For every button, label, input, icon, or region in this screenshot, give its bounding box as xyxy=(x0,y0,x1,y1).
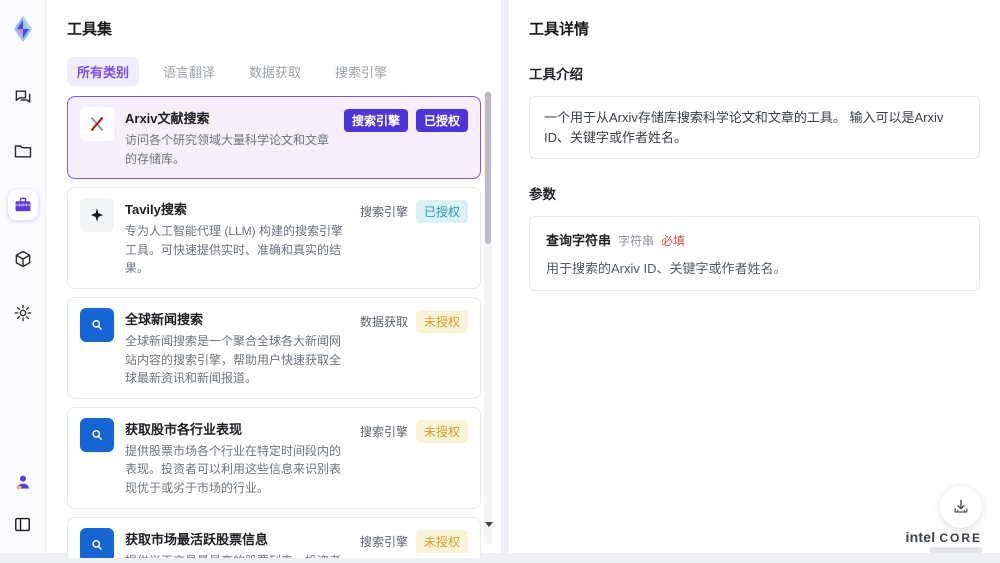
sidebar-item-settings[interactable] xyxy=(8,298,38,328)
tab-data-fetch[interactable]: 数据获取 xyxy=(239,57,311,86)
sidebar-item-files[interactable] xyxy=(8,136,38,166)
left-sidebar xyxy=(0,0,46,553)
param-name: 查询字符串 xyxy=(546,233,612,248)
brand-sub-mark xyxy=(930,547,982,553)
sidebar-item-profile[interactable] xyxy=(8,467,38,497)
param-description: 用于搜索的Arxiv ID、关键字或作者姓名。 xyxy=(546,261,787,276)
folder-icon xyxy=(13,141,33,161)
tool-card-global-news[interactable]: 全球新闻搜索 全球新闻搜索是一个聚合全球各大新闻网站内容的搜索引擎，帮助用户快速… xyxy=(67,296,481,399)
tool-name: Tavily搜索 xyxy=(125,202,187,218)
intro-section-title: 工具介绍 xyxy=(529,67,583,82)
param-required-flag: 必填 xyxy=(661,234,686,248)
list-scrollbar[interactable] xyxy=(484,90,493,545)
tool-card-tavily[interactable]: Tavily搜索 专为人工智能代理 (LLM) 构建的搜索引擎工具。可快速提供实… xyxy=(67,187,481,289)
category-badge: 搜索引擎 xyxy=(359,205,408,220)
params-section-title: 参数 xyxy=(529,187,556,202)
intel-core-logo: intel CORE xyxy=(902,530,982,553)
news-search-icon xyxy=(80,417,114,452)
scrollbar-thumb[interactable] xyxy=(485,92,491,244)
tool-description: 访问各个研究领域大量科学论文和文章的存储库。 xyxy=(125,133,330,166)
news-search-icon xyxy=(80,307,114,342)
gear-icon xyxy=(13,303,33,323)
page-title: 工具集 xyxy=(67,21,113,38)
user-avatar-icon xyxy=(13,472,33,492)
tool-description: 提供当天交易量最高的股票列表，投资者可以利用这些信息来识别流动性强的股票和潜在的… xyxy=(125,552,349,558)
auth-status-badge: 未授权 xyxy=(415,419,468,443)
tab-all-categories[interactable]: 所有类别 xyxy=(67,57,140,86)
news-search-icon xyxy=(80,527,114,558)
tool-intro-box: 一个用于从Arxiv存储库搜索科学论文和文章的工具。 输入可以是Arxiv ID… xyxy=(529,96,980,159)
tool-name: 获取股市各行业表现 xyxy=(125,421,243,437)
tool-name: 全球新闻搜索 xyxy=(125,311,204,327)
sparkle-icon xyxy=(80,198,114,233)
auth-status-badge: 未授权 xyxy=(415,309,468,333)
auth-status-badge: 未授权 xyxy=(415,529,468,553)
detail-title: 工具详情 xyxy=(529,21,590,38)
panel-toggle-icon xyxy=(13,515,32,534)
category-badge: 搜索引擎 xyxy=(343,109,408,132)
param-type: 字符串 xyxy=(618,234,655,248)
parameter-item: 查询字符串 字符串 必填 用于搜索的Arxiv ID、关键字或作者姓名。 xyxy=(529,216,980,291)
tool-list-panel: 工具集 所有类别 语言翻译 数据获取 搜索引擎 Arxiv文献搜索 访问各个研究… xyxy=(46,0,501,558)
tool-card-arxiv[interactable]: Arxiv文献搜索 访问各个研究领域大量科学论文和文章的存储库。 搜索引擎 已授… xyxy=(67,96,481,180)
scrollbar-down-arrow-icon[interactable] xyxy=(485,522,493,527)
tool-description: 专为人工智能代理 (LLM) 构建的搜索引擎工具。可快速提供实时、准确和真实的结… xyxy=(125,224,344,276)
category-tabs: 所有类别 语言翻译 数据获取 搜索引擎 xyxy=(67,57,501,86)
tool-name: Arxiv文献搜索 xyxy=(125,111,210,126)
sidebar-item-packages[interactable] xyxy=(8,244,38,274)
tab-language-translation[interactable]: 语言翻译 xyxy=(153,57,225,86)
sidebar-item-tools[interactable] xyxy=(7,190,38,220)
sidebar-item-chat[interactable] xyxy=(8,82,38,112)
category-badge: 搜索引擎 xyxy=(359,534,408,549)
briefcase-icon xyxy=(13,195,33,215)
auth-status-badge: 已授权 xyxy=(415,109,468,132)
tool-description: 全球新闻搜索是一个聚合全球各大新闻网站内容的搜索引擎，帮助用户快速获取全球最新资… xyxy=(125,333,342,386)
category-badge: 搜索引擎 xyxy=(359,424,408,439)
tool-name: 获取市场最活跃股票信息 xyxy=(125,531,269,547)
tool-card-sector-performance[interactable]: 获取股市各行业表现 提供股票市场各个行业在特定时间段内的表现。投资者可以利用这些… xyxy=(67,406,481,509)
category-badge: 数据获取 xyxy=(359,314,408,329)
package-icon xyxy=(13,249,33,269)
tool-description: 提供股票市场各个行业在特定时间段内的表现。投资者可以利用这些信息来识别表现优于或… xyxy=(125,443,342,495)
sidebar-item-panel-toggle[interactable] xyxy=(8,509,38,539)
tab-search-engine[interactable]: 搜索引擎 xyxy=(325,57,397,86)
tool-card-most-active-stocks[interactable]: 获取市场最活跃股票信息 提供当天交易量最高的股票列表，投资者可以利用这些信息来识… xyxy=(67,516,481,558)
brand-core-text: CORE xyxy=(939,531,982,545)
auth-status-badge: 已授权 xyxy=(415,200,468,224)
brand-intel-text: intel xyxy=(905,529,936,545)
chat-icon xyxy=(13,87,33,107)
download-icon xyxy=(951,497,971,517)
app-logo-icon xyxy=(6,12,40,46)
arxiv-logo-icon xyxy=(80,107,114,141)
download-button[interactable] xyxy=(940,486,982,528)
tool-card-list: Arxiv文献搜索 访问各个研究领域大量科学论文和文章的存储库。 搜索引擎 已授… xyxy=(67,96,481,558)
tool-detail-panel: 工具详情 工具介绍 一个用于从Arxiv存储库搜索科学论文和文章的工具。 输入可… xyxy=(509,0,1000,553)
